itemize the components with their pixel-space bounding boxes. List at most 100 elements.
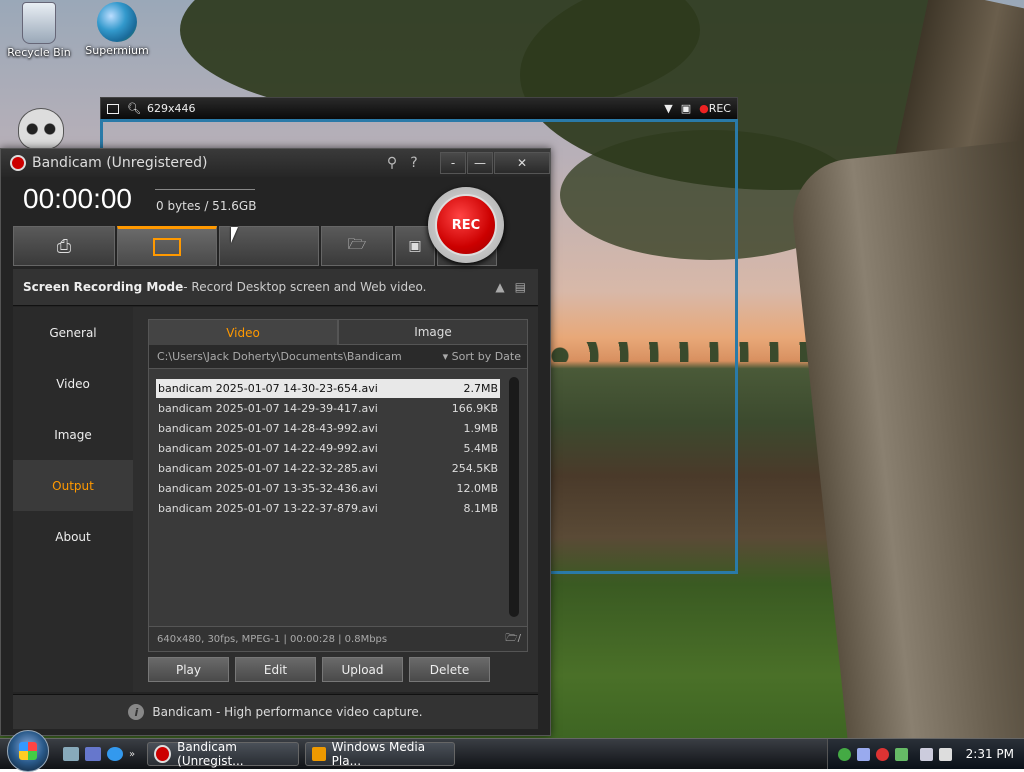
capture-toolbar[interactable]: 🔍︎ 629x446 ▼ ▣ ●REC [100, 97, 738, 120]
sort-dropdown[interactable]: ▾ Sort by Date [443, 350, 527, 363]
screen-rectangle-icon [153, 238, 181, 256]
bandicam-desktop-icon[interactable] [18, 108, 64, 150]
file-size: 166.9KB [451, 402, 498, 415]
open-folder-button[interactable]: 🗁︎ [321, 226, 393, 266]
media-player-icon [312, 747, 326, 761]
list-item[interactable]: bandicam 2025-01-07 14-22-49-992.avi 5.4… [156, 439, 500, 458]
button-label: Delete [429, 662, 470, 677]
desktop-icon-supermium[interactable]: Supermium [72, 2, 162, 57]
start-button[interactable] [7, 730, 49, 772]
folder-icon[interactable]: 🗁︎/ [505, 631, 521, 648]
window-title: Bandicam (Unregistered) [32, 155, 208, 171]
output-path-bar: C:\Users\Jack Doherty\Documents\Bandicam… [148, 345, 528, 369]
network-icon[interactable] [919, 747, 933, 761]
clock[interactable]: 2:31 PM [966, 747, 1014, 761]
file-list-scrollbar[interactable] [509, 377, 519, 617]
search-icon[interactable]: 🔍︎ [127, 102, 141, 115]
key-icon[interactable]: ⚲ [381, 155, 403, 171]
record-button-label: REC [435, 194, 497, 256]
windows-logo-icon [19, 742, 37, 760]
dropdown-arrow-icon[interactable]: ▼ [664, 102, 672, 115]
list-item[interactable]: bandicam 2025-01-07 14-22-32-285.avi 254… [156, 459, 500, 478]
tray-check-icon[interactable] [894, 747, 908, 761]
file-info-bar: 640x480, 30fps, MPEG-1 | 00:00:28 | 0.8M… [148, 627, 528, 652]
quick-launch-expand-icon[interactable]: » [129, 749, 135, 760]
gamepad-icon: ⎙ [56, 235, 72, 257]
bandicam-logo-icon [10, 155, 26, 171]
sidebar-item-label: About [55, 529, 91, 544]
tab-image[interactable]: Image [338, 319, 528, 345]
play-button[interactable]: Play [148, 657, 229, 682]
tray-app-icon[interactable] [856, 747, 870, 761]
record-button[interactable]: REC [428, 187, 504, 263]
mode-title: Screen Recording Mode [23, 280, 184, 294]
show-desktop-icon[interactable] [63, 747, 79, 761]
file-list: bandicam 2025-01-07 14-30-23-654.avi 2.7… [148, 369, 528, 627]
window-mode-icon[interactable] [107, 103, 119, 114]
sidebar-item-general[interactable]: General [13, 307, 133, 358]
capture-rec-label: REC [708, 102, 731, 115]
output-tabs: Video Image [148, 319, 528, 345]
switch-windows-icon[interactable] [85, 747, 101, 761]
capture-size[interactable]: 629x446 [147, 102, 196, 115]
help-icon[interactable]: ? [403, 155, 425, 171]
folder-icon: 🗁︎ [347, 234, 367, 253]
sidebar-item-about[interactable]: About [13, 511, 133, 562]
list-item[interactable]: bandicam 2025-01-07 13-35-32-436.avi 12.… [156, 479, 500, 498]
mode-description: - Record Desktop screen and Web video. [183, 280, 427, 294]
camera-icon[interactable]: ▣ [681, 102, 691, 115]
tray-security-icon[interactable] [875, 747, 889, 761]
taskbar-item-media-player[interactable]: Windows Media Pla... [305, 740, 456, 768]
sidebar-item-output[interactable]: Output [13, 460, 133, 511]
list-item[interactable]: bandicam 2025-01-07 14-28-43-992.avi 1.9… [156, 419, 500, 438]
file-name: bandicam 2025-01-07 14-22-49-992.avi [158, 442, 378, 455]
output-path: C:\Users\Jack Doherty\Documents\Bandicam [157, 350, 402, 363]
tab-video[interactable]: Video [148, 319, 338, 345]
game-mode-tab[interactable]: ⎙ [13, 226, 115, 266]
file-size-status: 0 bytes / 51.6GB [156, 199, 257, 213]
taskbar-item-bandicam[interactable]: Bandicam (Unregist... [147, 740, 300, 768]
tab-label: Image [414, 325, 452, 339]
internet-explorer-icon[interactable] [107, 747, 123, 761]
collapse-icon[interactable]: ▲ [495, 280, 504, 294]
supermium-icon [97, 2, 137, 42]
file-size: 5.4MB [463, 442, 498, 455]
system-tray: 2:31 PM [826, 739, 1024, 769]
mouse-cursor-icon [231, 227, 238, 243]
desktop-icon-label: Supermium [85, 44, 149, 57]
edit-button[interactable]: Edit [235, 657, 316, 682]
list-item[interactable]: bandicam 2025-01-07 14-30-23-654.avi 2.7… [156, 379, 500, 398]
file-size: 8.1MB [463, 502, 498, 515]
tray-status-icon[interactable] [837, 747, 851, 761]
upload-button[interactable]: Upload [322, 657, 403, 682]
file-name: bandicam 2025-01-07 14-29-39-417.avi [158, 402, 378, 415]
settings-menu-button[interactable]: - [440, 152, 466, 174]
sidebar-item-video[interactable]: Video [13, 358, 133, 409]
recycle-bin-icon [22, 2, 56, 44]
settings-sidebar: General Video Image Output About [13, 307, 133, 692]
file-name: bandicam 2025-01-07 14-28-43-992.avi [158, 422, 378, 435]
close-button[interactable]: ✕ [494, 152, 550, 174]
file-size: 2.7MB [463, 382, 498, 395]
info-icon: i [128, 704, 145, 720]
quick-launch: » [63, 747, 135, 761]
volume-icon[interactable] [938, 747, 952, 761]
minimize-button[interactable]: — [467, 152, 493, 174]
file-name: bandicam 2025-01-07 14-22-32-285.avi [158, 462, 378, 475]
size-divider [155, 189, 255, 190]
sidebar-item-image[interactable]: Image [13, 409, 133, 460]
output-panel: Video Image C:\Users\Jack Doherty\Docume… [133, 307, 538, 692]
title-bar[interactable]: Bandicam (Unregistered) ⚲ ? - — ✕ [1, 149, 550, 177]
file-name: bandicam 2025-01-07 14-30-23-654.avi [158, 382, 378, 395]
list-item[interactable]: bandicam 2025-01-07 14-29-39-417.avi 166… [156, 399, 500, 418]
file-info: 640x480, 30fps, MPEG-1 | 00:00:28 | 0.8M… [157, 633, 388, 645]
bandicam-icon [154, 745, 172, 763]
delete-button[interactable]: Delete [409, 657, 490, 682]
list-item[interactable]: bandicam 2025-01-07 13-22-37-879.avi 8.1… [156, 499, 500, 518]
file-size: 1.9MB [463, 422, 498, 435]
sidebar-item-label: Output [52, 478, 94, 493]
minimize-mode-icon[interactable]: ▤ [515, 280, 526, 294]
sidebar-item-label: General [49, 325, 97, 340]
screen-mode-tab[interactable] [117, 226, 217, 266]
capture-rec-button[interactable]: ●REC [699, 102, 731, 115]
